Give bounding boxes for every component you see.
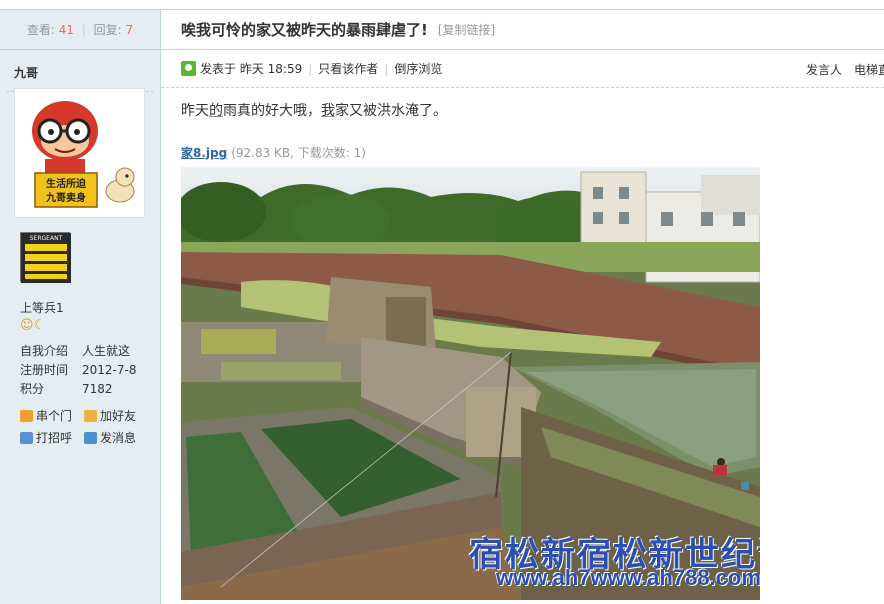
send-message-button[interactable]: 发消息 — [84, 427, 148, 449]
speaker-link[interactable]: 发言人 — [806, 61, 842, 78]
sergeant-badge-icon: SERGEANT — [21, 233, 71, 283]
attachment-line: 家8.jpg (92.83 KB, 下载次数: 1) — [181, 144, 366, 161]
profile-value: 人生就这 — [82, 344, 131, 358]
thread-stats: 查看: 41 | 回复: 7 — [0, 10, 160, 50]
elevator-link[interactable]: 电梯直 — [854, 61, 884, 78]
online-status-icon — [181, 61, 196, 76]
avatar[interactable]: 生活所迫 九哥卖身 — [14, 88, 145, 218]
post-text-segment: 昨天 — [181, 103, 209, 119]
add-friend-label: 加好友 — [100, 409, 137, 423]
user-rank: 上等兵1 — [20, 301, 64, 315]
smile-icon: ☺ — [20, 318, 34, 333]
meta-right-tools: 发言人 电梯直 — [806, 50, 884, 88]
stats-divider: | — [81, 23, 86, 37]
handshake-icon — [84, 410, 97, 422]
profile-value: 7182 — [82, 382, 113, 396]
views-count: 41 — [58, 23, 74, 37]
badge-label: SERGEANT — [30, 235, 63, 242]
rank-badge: SERGEANT — [20, 232, 71, 283]
meta-divider: | — [308, 61, 313, 76]
mail-icon — [84, 432, 97, 444]
profile-value: 2012-7-8 — [82, 363, 137, 377]
post-text-segment: 家又被洪水淹了。 — [335, 103, 447, 119]
top-border — [0, 0, 884, 10]
greet-button[interactable]: 打招呼 — [20, 427, 84, 449]
replies-label: 回复: — [93, 23, 122, 37]
profile-key: 注册时间 — [20, 363, 69, 377]
replies-count: 7 — [125, 23, 134, 37]
profile-row: 自我介绍 人生就这 — [20, 342, 136, 361]
post-text-segment: 雨真的好大哦， — [223, 103, 321, 119]
post-text-segment: 我 — [321, 103, 335, 119]
visit-button[interactable]: 串个门 — [20, 405, 84, 427]
attachment-info: (92.83 KB, 下载次数: 1) — [231, 146, 366, 160]
medal-row: ☺☾ — [20, 318, 45, 333]
greet-label: 打招呼 — [36, 431, 73, 445]
add-friend-button[interactable]: 加好友 — [84, 405, 148, 427]
reverse-order-link[interactable]: 倒序浏览 — [394, 60, 442, 77]
thread-title-bar: 唉我可怜的家又被昨天的暴雨肆虐了! [复制链接] — [161, 10, 884, 50]
monkey-avatar-icon: 生活所迫 九哥卖身 — [15, 89, 144, 217]
copy-link-button[interactable]: [复制链接] — [438, 21, 495, 38]
forum-post-page: 查看: 41 | 回复: 7 九哥 生活所迫 九哥卖身 SERGEANT 上等兵… — [0, 0, 884, 604]
send-message-label: 发消息 — [100, 431, 137, 445]
post-meta: 发表于 昨天 18:59 | 只看该作者 | 倒序浏览 发言人 电梯直 — [161, 50, 884, 88]
greet-icon — [20, 432, 33, 444]
profile-info: 自我介绍 人生就这 注册时间 2012-7-8 积分 7182 — [20, 342, 136, 399]
thread-title: 唉我可怜的家又被昨天的暴雨肆虐了! — [181, 21, 428, 39]
watermark-url: www.ah7www.ah788.com — [496, 565, 760, 590]
profile-row: 积分 7182 — [20, 380, 136, 399]
avatar-sign-line1: 生活所迫 — [46, 177, 87, 190]
profile-key: 积分 — [20, 382, 45, 396]
post-content: 昨天的雨真的好大哦，我家又被洪水淹了。 — [181, 100, 447, 120]
moon-icon: ☾ — [33, 318, 46, 333]
only-author-link[interactable]: 只看该作者 — [318, 60, 378, 77]
profile-row: 注册时间 2012-7-8 — [20, 361, 136, 380]
attachment-photo[interactable]: 宿松新宿松新世纪论坛 www.ah7www.ah788.com — [181, 167, 760, 600]
meta-divider: | — [384, 61, 389, 76]
views-label: 查看: — [26, 23, 55, 37]
author-name[interactable]: 九哥 — [6, 50, 154, 92]
post-time: 发表于 昨天 18:59 — [200, 62, 303, 76]
post-text-segment: 的 — [209, 103, 223, 119]
author-actions: 串个门 加好友 打招呼 发消息 — [20, 405, 150, 449]
avatar-sign-line2: 九哥卖身 — [45, 191, 86, 204]
profile-key: 自我介绍 — [20, 344, 69, 358]
home-icon — [20, 410, 33, 422]
attachment-filename-link[interactable]: 家8.jpg — [181, 146, 227, 160]
visit-label: 串个门 — [36, 409, 73, 423]
